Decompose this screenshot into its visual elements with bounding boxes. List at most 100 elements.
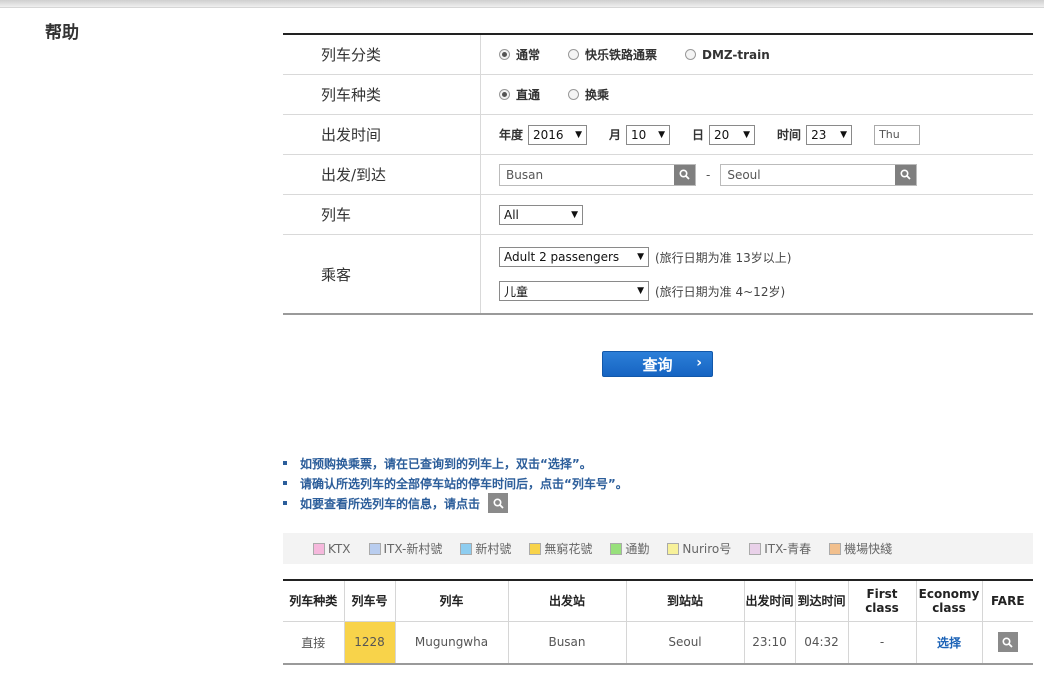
row-stations: 出发/到达 Busan - Seoul xyxy=(283,155,1033,195)
col-train: 列车 xyxy=(395,580,509,622)
note-item: 请确认所选列车的全部停车站的停车时间后，点击“列车号”。 xyxy=(283,473,628,493)
row-category: 列车分类 通常 快乐铁路通票 DMZ-train xyxy=(283,35,1033,75)
category-label: 列车分类 xyxy=(283,35,481,74)
legend-swatch xyxy=(529,542,542,555)
chevron-right-icon: › xyxy=(696,355,702,371)
search-icon[interactable] xyxy=(488,493,509,513)
radio-checked-icon xyxy=(499,89,510,100)
cell-from: Busan xyxy=(508,621,627,664)
stations-label: 出发/到达 xyxy=(283,155,481,194)
cell-arr-time: 04:32 xyxy=(795,621,849,664)
legend-label: 新村號 xyxy=(475,542,512,556)
bullet-icon xyxy=(283,461,287,465)
legend-swatch xyxy=(610,542,623,555)
day-select[interactable]: 20 ▼ xyxy=(709,124,756,145)
child-note: (旅行日期为准 4~12岁) xyxy=(655,284,786,299)
adult-passenger-select[interactable]: Adult 2 passengers ▼ xyxy=(499,247,649,267)
col-arrival-station: 到站站 xyxy=(626,580,745,622)
note-item: 如要查看所选列车的信息，请点击 xyxy=(283,493,628,513)
radio-unchecked-icon xyxy=(568,49,580,60)
departure-time-label: 出发时间 xyxy=(283,115,481,154)
legend-swatch xyxy=(667,542,680,555)
col-first-class: First class xyxy=(848,580,917,622)
row-route-type: 列车种类 直通 换乘 xyxy=(283,75,1033,115)
year-label: 年度 xyxy=(499,128,524,142)
legend-label: ITX-青春 xyxy=(764,542,812,556)
bullet-icon xyxy=(283,481,287,485)
cell-train: Mugungwha xyxy=(395,621,509,664)
passengers-label: 乘客 xyxy=(283,235,481,313)
year-select[interactable]: 2016 ▼ xyxy=(528,124,588,145)
legend-item: 通勤 xyxy=(610,540,649,557)
search-icon[interactable] xyxy=(674,164,695,185)
cell-first-class: - xyxy=(848,621,917,664)
radio-unchecked-icon xyxy=(568,89,580,100)
train-select[interactable]: All ▼ xyxy=(499,204,583,225)
month-select[interactable]: 10 ▼ xyxy=(626,124,671,145)
legend-swatch xyxy=(460,542,473,555)
dropdown-arrow-icon: ▼ xyxy=(840,129,848,140)
help-title: 帮助 xyxy=(45,23,79,43)
hour-label: 时间 xyxy=(777,128,802,142)
row-departure-time: 出发时间 年度 2016 ▼ 月 10 ▼ 日 20 ▼ 时间 23 ▼ Thu xyxy=(283,115,1033,155)
adult-note: (旅行日期为准 13岁以上) xyxy=(655,250,792,265)
cell-to: Seoul xyxy=(626,621,745,664)
legend-item: KTX xyxy=(313,542,351,556)
legend-item: 無窮花號 xyxy=(529,540,592,557)
select-economy-link[interactable]: 选择 xyxy=(937,636,961,650)
dropdown-arrow-icon: ▼ xyxy=(575,129,583,140)
radio-checked-icon xyxy=(499,49,510,60)
search-icon[interactable] xyxy=(895,164,917,185)
col-departure-station: 出发站 xyxy=(508,580,627,622)
table-row: 直接 1228 Mugungwha Busan Seoul 23:10 04:3… xyxy=(283,621,1033,664)
fare-search-icon[interactable] xyxy=(997,632,1018,653)
cell-dep-time: 23:10 xyxy=(744,621,796,664)
legend-swatch xyxy=(368,542,381,555)
row-passengers: 乘客 Adult 2 passengers ▼ (旅行日期为准 13岁以上) 儿童… xyxy=(283,235,1033,313)
legend-item: ITX-青春 xyxy=(749,540,811,557)
legend-swatch xyxy=(829,542,842,555)
route-type-label: 列车种类 xyxy=(283,75,481,114)
hour-select[interactable]: 23 ▼ xyxy=(806,124,853,145)
dropdown-arrow-icon: ▼ xyxy=(637,286,644,296)
radio-transfer[interactable]: 换乘 xyxy=(568,86,609,103)
cell-type: 直接 xyxy=(283,621,345,664)
radio-category-normal[interactable]: 通常 xyxy=(499,46,540,63)
cell-fare xyxy=(982,621,1033,664)
row-train: 列车 All ▼ xyxy=(283,195,1033,235)
month-label: 月 xyxy=(609,128,622,142)
legend-swatch xyxy=(749,542,762,555)
train-label: 列车 xyxy=(283,195,481,234)
legend-label: 機場快綫 xyxy=(844,542,893,556)
radio-category-dmz[interactable]: DMZ-train xyxy=(685,48,770,62)
radio-unchecked-icon xyxy=(685,49,697,60)
dropdown-arrow-icon: ▼ xyxy=(571,209,578,220)
col-train-type: 列车种类 xyxy=(283,580,345,622)
notes-list: 如预购换乘票，请在已查询到的列车上，双击“选择”。 请确认所选列车的全部停车站的… xyxy=(283,453,628,513)
arrival-station-input[interactable]: Seoul xyxy=(720,163,918,186)
top-border xyxy=(0,0,1044,8)
results-table: 列车种类 列车号 列车 出发站 到站站 出发时间 到达时间 First clas… xyxy=(283,579,1033,665)
search-button[interactable]: 查询 › xyxy=(602,351,713,377)
legend-item: Nuriro号 xyxy=(667,540,731,557)
table-header-row: 列车种类 列车号 列车 出发站 到站站 出发时间 到达时间 First clas… xyxy=(283,580,1033,622)
legend-label: Nuriro号 xyxy=(682,542,732,556)
radio-direct[interactable]: 直通 xyxy=(499,86,540,103)
col-economy-class: Economy class xyxy=(916,580,983,622)
legend-item: ITX-新村號 xyxy=(368,540,443,557)
child-passenger-select[interactable]: 儿童 ▼ xyxy=(499,281,649,301)
bullet-icon xyxy=(283,501,287,505)
dropdown-arrow-icon: ▼ xyxy=(637,252,644,262)
legend-label: ITX-新村號 xyxy=(383,542,443,556)
departure-station-input[interactable]: Busan xyxy=(499,163,696,186)
radio-category-railpass[interactable]: 快乐铁路通票 xyxy=(568,46,657,63)
weekday-field: Thu xyxy=(874,124,921,145)
dropdown-arrow-icon: ▼ xyxy=(743,129,751,140)
train-number-link[interactable]: 1228 xyxy=(344,621,396,664)
legend-item: 機場快綫 xyxy=(829,540,892,557)
col-departure-time: 出发时间 xyxy=(744,580,796,622)
day-label: 日 xyxy=(692,128,705,142)
legend-label: 無窮花號 xyxy=(544,542,593,556)
search-form: 列车分类 通常 快乐铁路通票 DMZ-train 列车种类 直通 换乘 出发时间… xyxy=(283,33,1033,315)
col-fare: FARE xyxy=(982,580,1033,622)
